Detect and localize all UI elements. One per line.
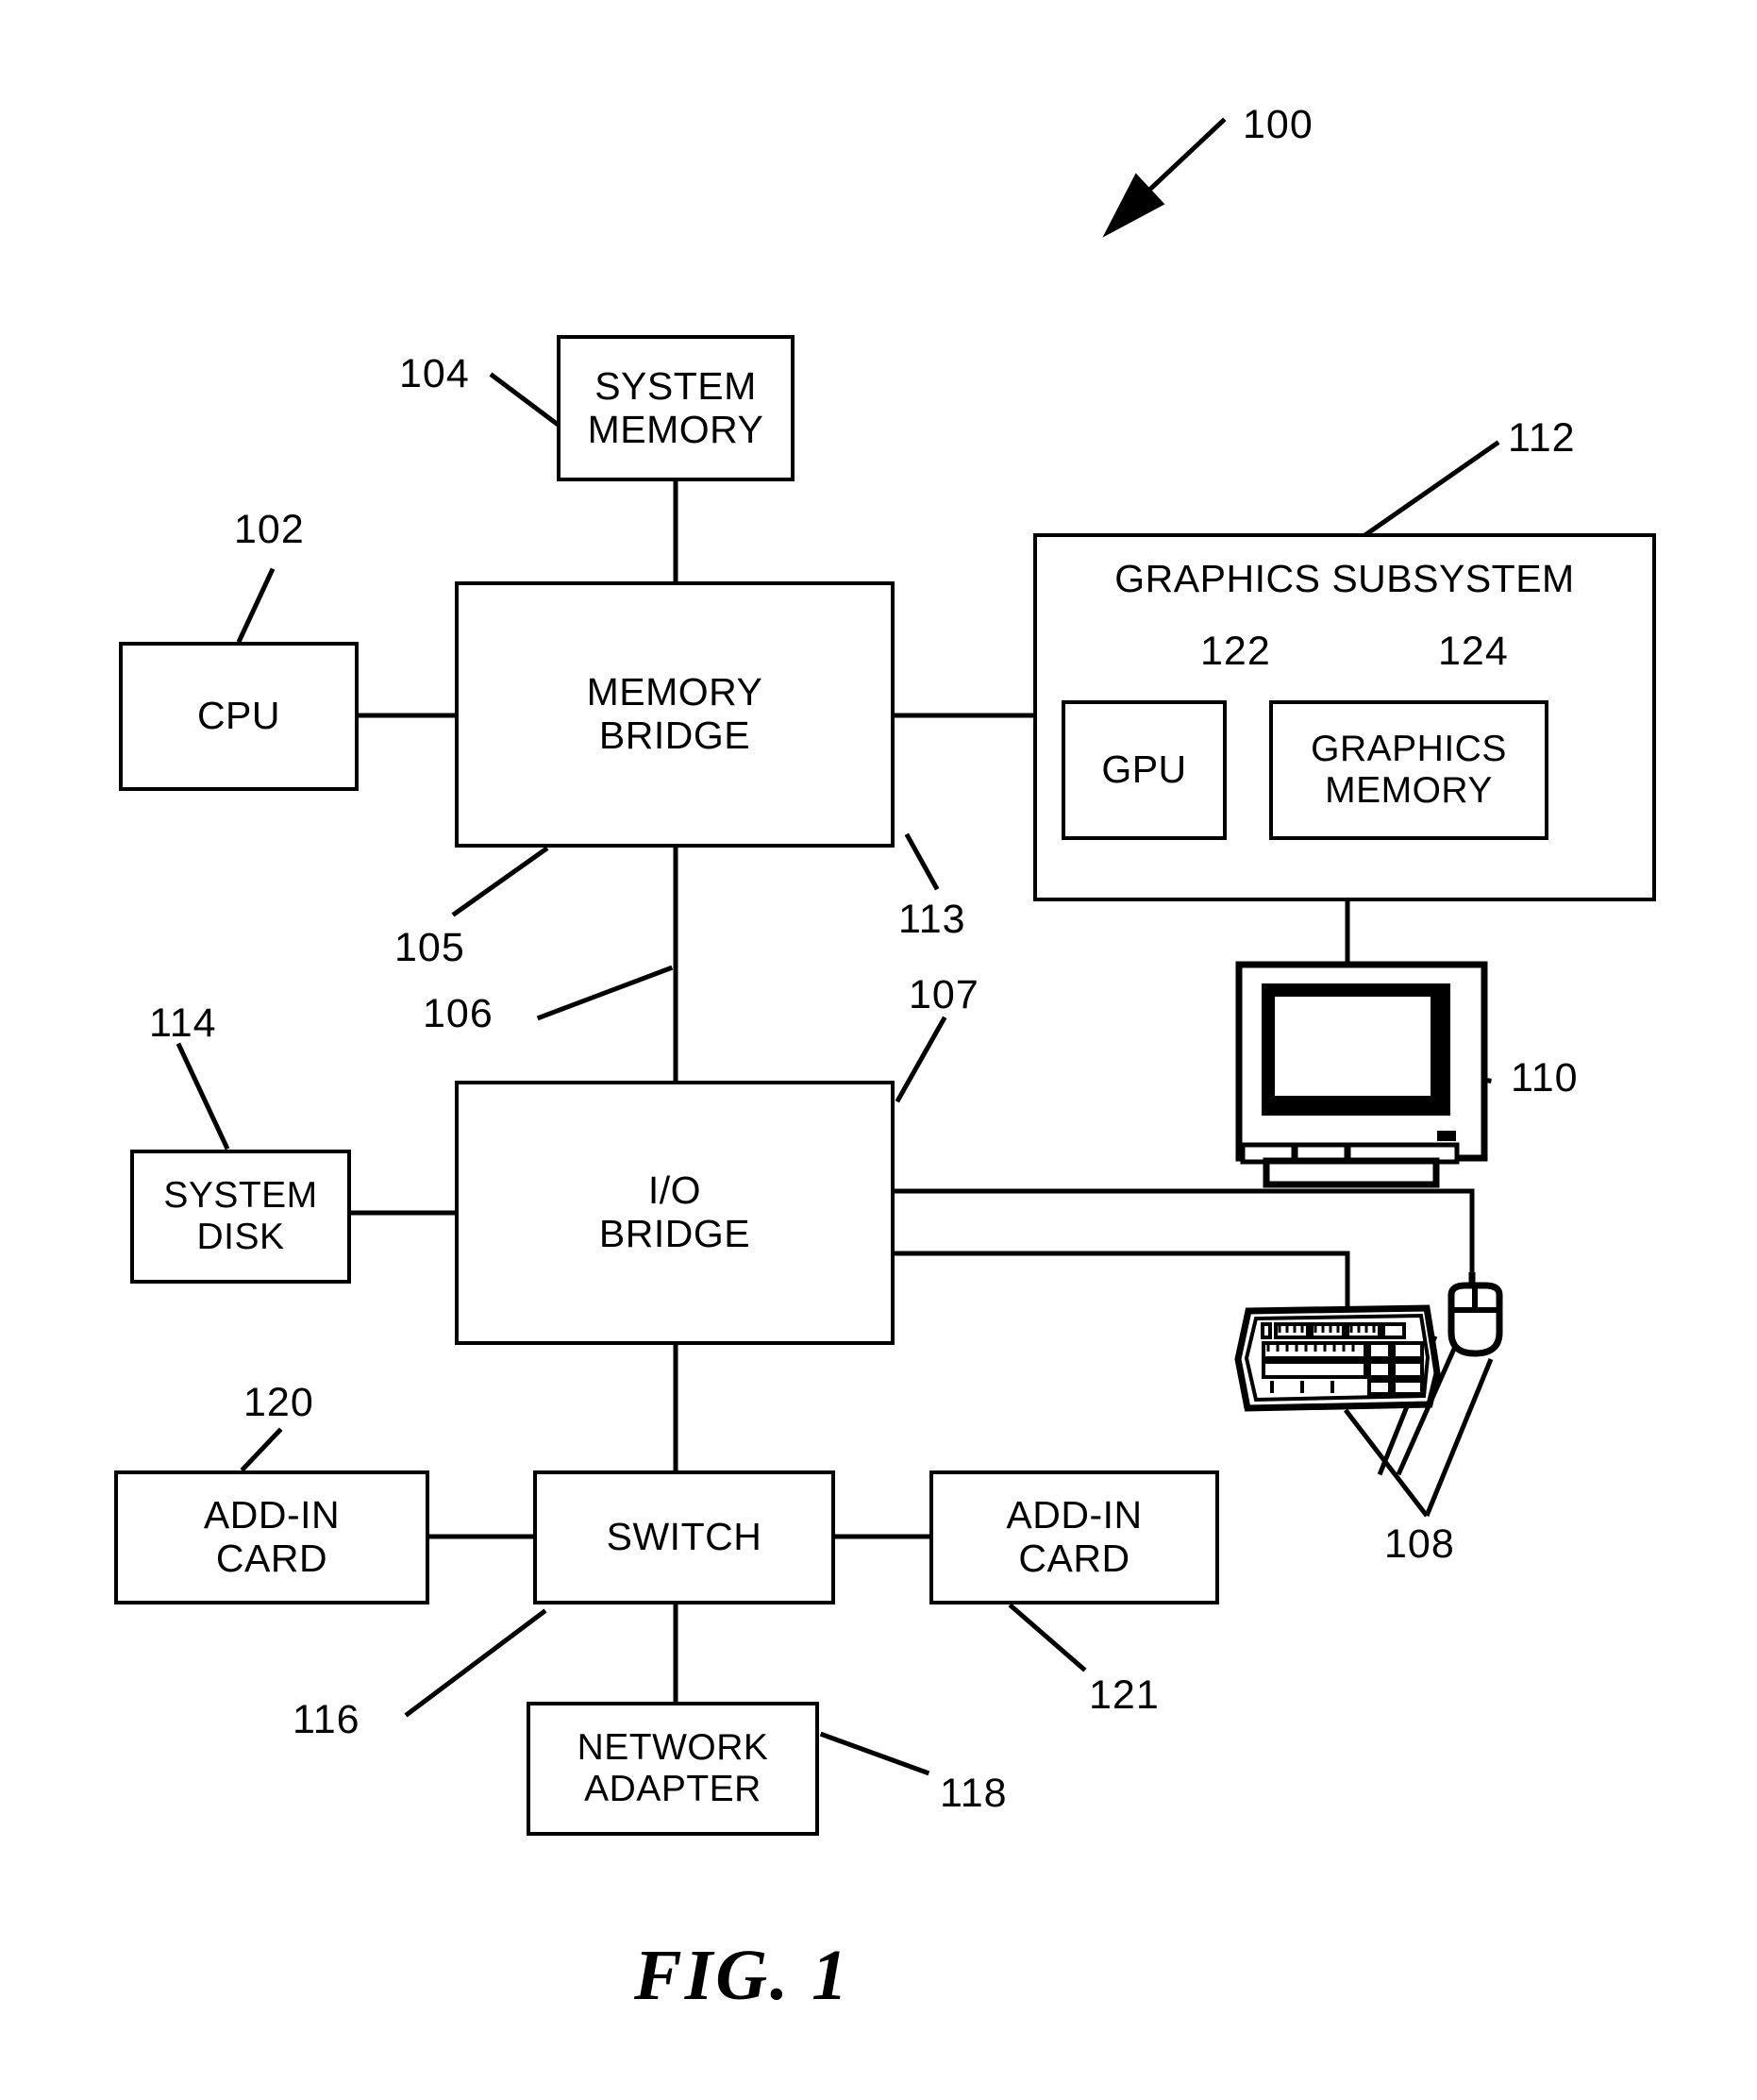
block-graphics-memory-label: GRAPHICS MEMORY xyxy=(1311,729,1507,811)
leader-114 xyxy=(176,1042,230,1151)
ref-118: 118 xyxy=(940,1771,1008,1816)
ref-124: 124 xyxy=(1438,629,1509,674)
ref-114: 114 xyxy=(149,1000,217,1046)
block-system-disk[interactable]: SYSTEM DISK xyxy=(130,1150,351,1284)
block-network-adapter[interactable]: NETWORK ADAPTER xyxy=(527,1702,819,1836)
ref-113: 113 xyxy=(898,897,966,942)
block-system-disk-label: SYSTEM DISK xyxy=(163,1175,318,1257)
block-network-adapter-label: NETWORK ADAPTER xyxy=(577,1727,769,1809)
ref-122: 122 xyxy=(1200,629,1271,674)
mouse-icon xyxy=(1447,1272,1503,1357)
leader-107 xyxy=(895,1016,947,1103)
block-graphics-memory[interactable]: GRAPHICS MEMORY xyxy=(1269,700,1548,840)
figure-line-art xyxy=(176,117,1503,1776)
block-io-bridge[interactable]: I/O BRIDGE xyxy=(455,1081,895,1345)
block-memory-bridge-label: MEMORY BRIDGE xyxy=(586,670,763,757)
block-gpu-label: GPU xyxy=(1101,748,1187,792)
keyboard-icon xyxy=(1234,1304,1441,1412)
ref-112: 112 xyxy=(1508,415,1576,461)
figure-caption: FIG. 1 xyxy=(634,1936,851,2015)
bus-iobridge-keyboard xyxy=(892,1251,1350,1317)
block-add-in-card-right[interactable]: ADD-IN CARD xyxy=(929,1470,1219,1604)
block-switch-label: SWITCH xyxy=(606,1515,762,1559)
ref-100: 100 xyxy=(1243,102,1314,147)
ref-121: 121 xyxy=(1089,1672,1160,1718)
ref-102: 102 xyxy=(234,507,305,552)
ref-116: 116 xyxy=(293,1697,360,1742)
leader-102 xyxy=(236,567,276,644)
ref-107: 107 xyxy=(909,972,979,1017)
ref-104: 104 xyxy=(399,351,470,396)
block-add-in-card-left-label: ADD-IN CARD xyxy=(203,1493,341,1580)
leader-121 xyxy=(1008,1603,1087,1672)
block-cpu[interactable]: CPU xyxy=(119,642,359,791)
block-switch[interactable]: SWITCH xyxy=(533,1470,835,1604)
leader-118 xyxy=(819,1731,930,1776)
leader-105 xyxy=(451,846,549,917)
ref-120: 120 xyxy=(243,1380,314,1425)
block-gpu[interactable]: GPU xyxy=(1062,700,1227,840)
leader-113 xyxy=(904,832,940,891)
leader-108-left xyxy=(1344,1408,1429,1518)
bus-iobridge-mouse xyxy=(892,1188,1475,1275)
display-icon xyxy=(1235,961,1488,1188)
leader-116 xyxy=(404,1608,547,1718)
block-cpu-label: CPU xyxy=(196,694,281,738)
block-add-in-card-right-label: ADD-IN CARD xyxy=(1006,1493,1143,1580)
ref-105: 105 xyxy=(394,925,465,970)
ref-106: 106 xyxy=(423,991,494,1036)
leader-112 xyxy=(1363,440,1500,538)
block-graphics-subsystem-label: GRAPHICS SUBSYSTEM xyxy=(1114,557,1575,600)
leader-120 xyxy=(240,1427,283,1472)
block-io-bridge-label: I/O BRIDGE xyxy=(598,1168,751,1255)
leader-106 xyxy=(536,965,674,1021)
block-memory-bridge[interactable]: MEMORY BRIDGE xyxy=(455,581,895,848)
ref-110: 110 xyxy=(1511,1055,1579,1100)
block-system-memory[interactable]: SYSTEM MEMORY xyxy=(557,335,795,481)
block-add-in-card-left[interactable]: ADD-IN CARD xyxy=(114,1470,429,1604)
block-system-memory-label: SYSTEM MEMORY xyxy=(587,363,764,451)
patent-figure-1: CPU SYSTEM MEMORY MEMORY BRIDGE GRAPHICS… xyxy=(0,0,1757,2100)
ref-108: 108 xyxy=(1384,1521,1455,1567)
leader-104 xyxy=(489,372,564,430)
